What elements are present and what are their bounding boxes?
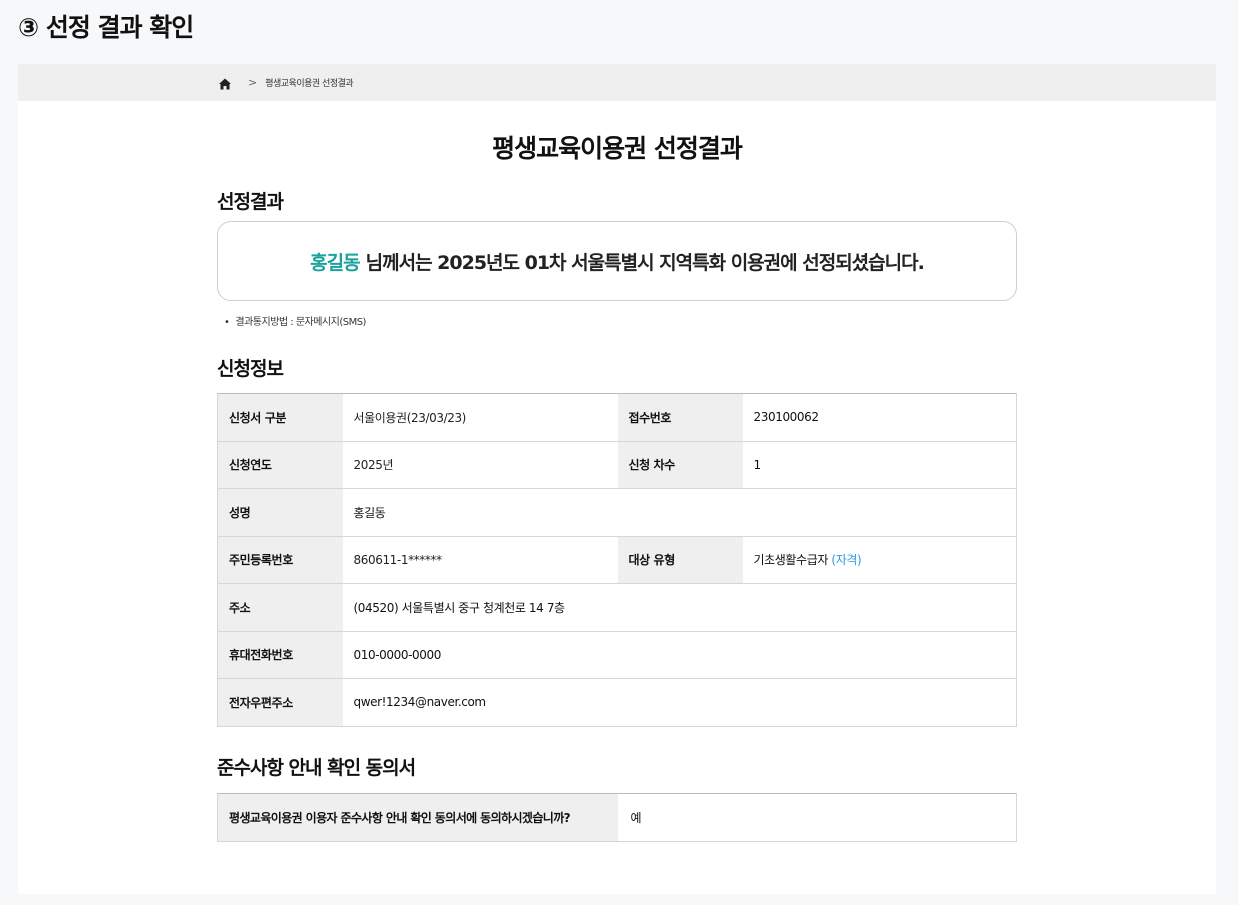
table-row: 성명 홍길동: [217, 488, 1017, 537]
table-header-cell: 신청서 구분: [217, 393, 343, 442]
table-cell: 230100062: [742, 393, 1017, 442]
table-row: 신청연도 2025년 신청 차수 1: [217, 441, 1017, 489]
agreement-section-title: 준수사항 안내 확인 동의서: [217, 756, 416, 779]
table-cell: 2025년: [342, 441, 618, 489]
table-header-cell: 신청 차수: [617, 441, 743, 489]
application-info-table: 신청서 구분 서울이용권(23/03/23) 접수번호 230100062 신청…: [217, 393, 1017, 727]
agreement-table: 평생교육이용권 이용자 준수사항 안내 확인 동의서에 동의하시겠습니까? 예: [217, 792, 1017, 842]
table-row: 신청서 구분 서울이용권(23/03/23) 접수번호 230100062: [217, 393, 1017, 442]
table-header-cell: 주민등록번호: [217, 536, 343, 584]
table-cell: 010-0000-0000: [342, 631, 1017, 679]
breadcrumb-current[interactable]: 평생교육이용권 선정결과: [265, 76, 353, 89]
result-message: 님께서는 2025년도 01차 서울특별시 지역특화 이용권에 선정되셨습니다.: [365, 251, 925, 274]
agreement-answer: 예: [617, 793, 1017, 842]
breadcrumb-separator-icon: >: [248, 76, 258, 89]
table-cell: (04520) 서울특별시 중구 청계천로 14 7층: [342, 583, 1017, 632]
table-header-cell: 전자우편주소: [217, 678, 343, 727]
table-row: 주민등록번호 860611-1****** 대상 유형 기초생활수급자 (자격): [217, 536, 1017, 584]
result-name: 홍길동: [310, 251, 360, 274]
target-type-value: 기초생활수급자: [753, 553, 829, 568]
table-header-cell: 휴대전화번호: [217, 631, 343, 679]
table-row: 전자우편주소 qwer!1234@naver.com: [217, 678, 1017, 727]
table-cell: 서울이용권(23/03/23): [342, 393, 618, 442]
table-cell: 기초생활수급자 (자격): [742, 536, 1017, 584]
main-content: 평생교육이용권 선정결과 선정결과 홍길동 님께서는 2025년도 01차 서울…: [217, 101, 1017, 842]
table-cell: 1: [742, 441, 1017, 489]
table-row: 주소 (04520) 서울특별시 중구 청계천로 14 7층: [217, 583, 1017, 632]
table-row: 휴대전화번호 010-0000-0000: [217, 631, 1017, 679]
table-header-cell: 대상 유형: [617, 536, 743, 584]
table-header-cell: 주소: [217, 583, 343, 632]
table-cell: 홍길동: [342, 488, 1017, 537]
page-title: 평생교육이용권 선정결과: [492, 134, 743, 163]
step-title: ③ 선정 결과 확인: [18, 13, 194, 42]
qualification-link[interactable]: (자격): [831, 553, 861, 567]
page-frame: > 평생교육이용권 선정결과 평생교육이용권 선정결과 선정결과 홍길동 님께서…: [18, 64, 1216, 894]
result-box: 홍길동 님께서는 2025년도 01차 서울특별시 지역특화 이용권에 선정되셨…: [217, 221, 1017, 301]
home-icon[interactable]: [218, 76, 232, 90]
result-section-title: 선정결과: [217, 191, 284, 213]
table-cell: 860611-1******: [342, 536, 618, 584]
table-header-cell: 신청연도: [217, 441, 343, 489]
table-header-cell: 접수번호: [617, 393, 743, 442]
table-row: 평생교육이용권 이용자 준수사항 안내 확인 동의서에 동의하시겠습니까? 예: [217, 793, 1017, 842]
agreement-question: 평생교육이용권 이용자 준수사항 안내 확인 동의서에 동의하시겠습니까?: [217, 793, 618, 842]
notice-text: 결과통지방법 : 문자메시지(SMS): [217, 313, 1017, 328]
table-header-cell: 성명: [217, 488, 343, 537]
table-cell: qwer!1234@naver.com: [342, 678, 1017, 727]
application-section-title: 신청정보: [217, 358, 284, 380]
breadcrumb: > 평생교육이용권 선정결과: [18, 64, 1216, 101]
